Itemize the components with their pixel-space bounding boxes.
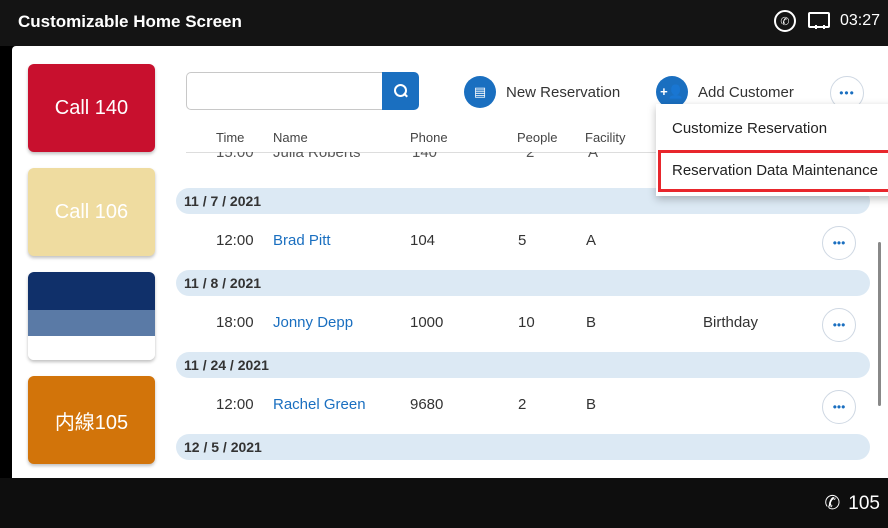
call-140-label: Call 140 xyxy=(54,96,129,119)
cell-people: 2 xyxy=(518,396,527,413)
date-header: 11 / 24 / 2021 xyxy=(176,352,870,378)
internal-105-label: 内線105 xyxy=(54,411,129,434)
header-phone: Phone xyxy=(410,130,448,145)
cell-time: 12:00 xyxy=(216,232,254,249)
cell-time: 12:00 xyxy=(216,396,254,413)
partial-facility: A xyxy=(588,152,599,161)
flag-stripe-white xyxy=(28,336,155,360)
cell-phone: 1000 xyxy=(410,314,444,331)
bottom-bar: ✆ 105 xyxy=(0,478,888,528)
call-106-button[interactable]: Call 106 xyxy=(28,168,155,256)
table-row[interactable]: 12:00 Rachel Green 9680 2 B xyxy=(186,384,870,424)
row-more-button[interactable]: ••• xyxy=(822,308,856,342)
clock: 03:27 xyxy=(839,12,880,29)
row-more-button[interactable]: ••• xyxy=(822,390,856,424)
partial-name: Julia Roberts xyxy=(273,152,361,161)
status-area: ✆ 03:27 xyxy=(773,10,880,32)
cell-people: 5 xyxy=(518,232,527,249)
cell-name[interactable]: Brad Pitt xyxy=(273,232,331,249)
cell-name[interactable]: Jonny Depp xyxy=(273,314,353,331)
menu-item-customize-reservation[interactable]: Customize Reservation xyxy=(672,120,827,137)
table-row[interactable]: 18:00 Jonny Depp 1000 10 B Birthday xyxy=(186,302,870,342)
monitor-icon xyxy=(807,12,830,30)
phone-handset-icon: ✆ xyxy=(824,493,841,514)
call-106-label: Call 106 xyxy=(54,200,129,223)
flag-stripe-mid xyxy=(28,310,155,336)
search-icon xyxy=(393,84,408,98)
cell-phone: 9680 xyxy=(410,396,444,413)
call-140-button[interactable]: Call 140 xyxy=(28,64,155,152)
cell-facility: B xyxy=(586,396,597,413)
header-time: Time xyxy=(216,130,245,145)
partial-row: 15:00 Julia Roberts 140 2 A xyxy=(186,152,686,166)
cell-time: 18:00 xyxy=(216,314,254,331)
phone-call-icon: ✆ xyxy=(773,10,796,32)
cell-facility: B xyxy=(586,314,597,331)
header-facility: Facility xyxy=(585,130,626,145)
cell-note: Birthday xyxy=(703,314,759,331)
new-reservation-label: New Reservation xyxy=(506,83,621,101)
new-reservation-icon: ▤ xyxy=(464,76,496,108)
partial-phone: 140 xyxy=(412,152,438,161)
main-panel: Call 140 Call 106 内線105 ▤ New Reservatio… xyxy=(12,46,888,478)
cell-phone: 104 xyxy=(410,232,436,249)
search-button[interactable] xyxy=(382,72,419,110)
header-name: Name xyxy=(273,130,308,145)
cell-facility: A xyxy=(586,232,597,249)
top-status-bar: Customizable Home Screen ✆ 03:27 xyxy=(0,0,888,46)
add-customer-label: Add Customer xyxy=(698,83,794,101)
scrollbar[interactable] xyxy=(878,242,881,406)
row-more-button[interactable]: ••• xyxy=(822,226,856,260)
flag-tile-button[interactable] xyxy=(28,272,155,360)
cell-people: 10 xyxy=(518,314,535,331)
date-header: 11 / 8 / 2021 xyxy=(176,270,870,296)
partial-time: 15:00 xyxy=(216,152,254,161)
partial-people: 2 xyxy=(526,152,535,161)
internal-105-button[interactable]: 内線105 xyxy=(28,376,155,464)
new-reservation-button[interactable]: ▤ New Reservation xyxy=(464,76,620,108)
search-input[interactable] xyxy=(186,72,382,110)
app-title: Customizable Home Screen xyxy=(18,12,242,31)
date-header: 12 / 5 / 2021 xyxy=(176,434,870,460)
cell-name[interactable]: Rachel Green xyxy=(273,396,366,413)
flag-stripe-dark xyxy=(28,272,155,310)
menu-item-reservation-data-maintenance[interactable]: Reservation Data Maintenance xyxy=(672,162,878,179)
options-menu: Customize Reservation Reservation Data M… xyxy=(656,104,888,196)
header-people: People xyxy=(517,130,558,145)
extension-indicator: ✆ 105 xyxy=(824,492,880,515)
extension-number: 105 xyxy=(848,492,880,514)
table-row[interactable]: 12:00 Brad Pitt 104 5 A xyxy=(186,220,870,260)
